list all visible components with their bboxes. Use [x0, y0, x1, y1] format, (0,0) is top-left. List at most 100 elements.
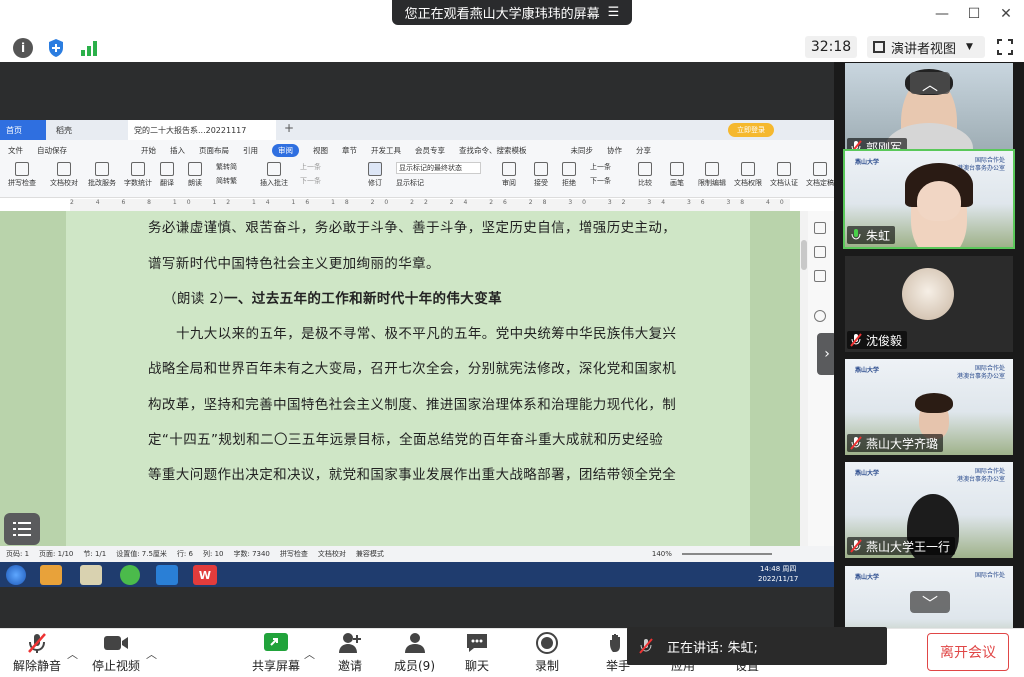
help-icon[interactable] — [814, 310, 826, 322]
share-screen-button[interactable]: 共享屏幕 — [252, 632, 300, 674]
start-icon[interactable] — [6, 565, 26, 585]
ribbon-doc-permission[interactable]: 文档权限 — [734, 162, 762, 188]
ribbon-correction[interactable]: 批改服务 — [88, 162, 116, 188]
status-pages: 页面: 1/10 — [39, 550, 74, 558]
view-mode-dropdown[interactable]: 演讲者视图 ▼ — [867, 36, 985, 58]
meeting-app-icon[interactable] — [156, 565, 178, 585]
participant-tile[interactable]: 燕山大学 国际合作处 港澳台事务办公室 燕山大学王一行 — [845, 462, 1013, 558]
doc-line: 等重大问题作出决定和决议，就党和国家事业发展作出重大战略部署，团结带领全党全 — [148, 467, 677, 483]
ribbon-convert[interactable]: 繁转简 简转繁 — [216, 162, 237, 186]
minimize-button[interactable]: — — [930, 4, 954, 24]
folder-icon[interactable] — [80, 565, 102, 585]
stop-video-button[interactable]: 停止视频 — [92, 632, 140, 674]
pointer-tool-icon[interactable] — [814, 270, 826, 282]
ribbon-readaloud[interactable]: 朗读 — [188, 162, 202, 188]
ruler: 2 4 6 8 10 12 14 16 18 20 22 24 26 28 30… — [70, 199, 790, 211]
menu-autosave[interactable]: 自动保存 — [37, 145, 67, 156]
login-badge[interactable]: 立即登录 — [728, 123, 774, 137]
ribbon-pen[interactable]: 画笔 — [670, 162, 684, 188]
chevron-down-icon: ▼ — [966, 42, 973, 52]
unmute-button[interactable]: 解除静音 — [13, 632, 61, 674]
menu-collab[interactable]: 协作 — [607, 145, 622, 156]
menu-icon[interactable]: ☰ — [608, 5, 620, 20]
ribbon-restrict-edit[interactable]: 限制编辑 — [698, 162, 726, 188]
zoom-slider[interactable] — [681, 553, 772, 555]
participant-tile[interactable]: 燕山大学 国际合作处 港澳台事务办公室 燕山大学齐璐 — [845, 359, 1013, 455]
select-tool-icon[interactable] — [814, 222, 826, 234]
menu-unsync[interactable]: 未同步 — [571, 145, 594, 156]
audio-options-caret[interactable]: ︿ — [67, 646, 78, 662]
menu-member[interactable]: 会员专享 — [415, 145, 445, 156]
info-icon[interactable]: i — [13, 38, 33, 58]
video-options-caret[interactable]: ︿ — [146, 646, 157, 662]
doc-line: 定“十四五”规划和二〇三五年远景目标，全面总结党的百年奋斗重大成就和历史经验 — [148, 432, 664, 448]
app-icon[interactable] — [40, 565, 62, 585]
menu-section[interactable]: 章节 — [342, 145, 357, 156]
status-proofread[interactable]: 文档校对 — [318, 549, 346, 559]
clock-time: 14:48 周四 — [759, 565, 797, 573]
pen-tool-icon[interactable] — [814, 246, 826, 258]
new-tab-icon[interactable]: + — [284, 121, 294, 135]
chat-label: 聊天 — [464, 659, 489, 673]
maximize-button[interactable]: ☐ — [962, 4, 986, 24]
wps-tab-home[interactable]: 首页 — [0, 120, 46, 140]
logo-text: 燕山大学 — [855, 367, 880, 374]
invite-button[interactable]: 邀请 — [337, 632, 363, 674]
ribbon-review-pane[interactable]: 审阅 — [502, 162, 516, 188]
doc-heading: 一、过去五年的工作和新时代十年的伟大变革 — [224, 291, 502, 307]
menu-search[interactable]: 查找命令、搜索模板 — [459, 145, 527, 156]
scroll-up-button[interactable]: ︿ — [910, 72, 950, 94]
ribbon-finalize[interactable]: 文档定稿 — [806, 162, 834, 188]
fullscreen-icon[interactable] — [994, 36, 1016, 58]
ribbon-change-nav[interactable]: 上一条 下一条 — [590, 162, 611, 186]
scrollbar-thumb[interactable] — [801, 240, 807, 270]
share-banner[interactable]: 您正在观看燕山大学康玮玮的屏幕 ☰ — [392, 0, 632, 25]
wps-tab-document[interactable]: 党的二十大报告系...20221117 — [128, 120, 276, 140]
menu-start[interactable]: 开始 — [141, 145, 156, 156]
signal-icon[interactable] — [80, 39, 98, 57]
ribbon-wordcount[interactable]: 字数统计 — [124, 162, 152, 188]
status-wordcount[interactable]: 字数: 7340 — [233, 549, 269, 559]
ribbon-translate[interactable]: 翻译 — [160, 162, 174, 188]
ribbon-comment-nav[interactable]: 上一条 下一条 — [300, 162, 321, 186]
menu-layout[interactable]: 页面布局 — [199, 145, 229, 156]
menu-share[interactable]: 分享 — [636, 145, 651, 156]
close-button[interactable]: ✕ — [994, 4, 1018, 24]
ribbon-accept[interactable]: 接受 — [534, 162, 548, 188]
chat-button[interactable]: 聊天 — [464, 632, 490, 674]
menu-review[interactable]: 审阅 — [272, 143, 299, 157]
wps-icon[interactable]: W — [193, 565, 217, 585]
leave-meeting-button[interactable]: 离开会议 — [927, 633, 1009, 671]
ribbon-compare[interactable]: 比较 — [638, 162, 652, 188]
ribbon-proofread[interactable]: 文档校对 — [50, 162, 78, 188]
participants-icon — [402, 632, 428, 654]
system-clock[interactable]: 14:48 周四 2022/11/17 — [758, 564, 798, 584]
menu-view[interactable]: 视图 — [313, 145, 328, 156]
ribbon-track-changes[interactable]: 修订 — [368, 162, 382, 188]
avatar — [902, 268, 954, 320]
browser-icon[interactable] — [120, 565, 140, 585]
wps-tab-docer[interactable]: 稻壳 — [50, 120, 120, 140]
menu-insert[interactable]: 插入 — [170, 145, 185, 156]
shield-icon[interactable] — [47, 38, 65, 58]
ribbon-doc-cert[interactable]: 文档认证 — [770, 162, 798, 188]
menu-devtools[interactable]: 开发工具 — [371, 145, 401, 156]
annotation-menu-button[interactable] — [4, 513, 40, 545]
ribbon-spellcheck[interactable]: 拼写检查 — [8, 162, 36, 188]
participant-tile[interactable]: 沈俊毅 — [845, 256, 1013, 352]
members-button[interactable]: 成员(9) — [394, 632, 435, 674]
ribbon-markup-state[interactable]: 显示标记的最终状态 显示标记 — [396, 162, 481, 188]
scroll-down-button[interactable]: ﹀ — [910, 591, 950, 613]
status-spellcheck[interactable]: 拼写检查 — [280, 549, 308, 559]
ribbon-insert-comment[interactable]: 插入批注 — [260, 162, 288, 188]
record-label: 录制 — [534, 659, 559, 673]
menu-reference[interactable]: 引用 — [243, 145, 258, 156]
ribbon-reject[interactable]: 拒绝 — [562, 162, 576, 188]
zoom-level[interactable]: 140% — [652, 550, 672, 558]
share-options-caret[interactable]: ︿ — [304, 646, 315, 662]
mic-muted-icon — [850, 539, 862, 553]
share-screen-icon — [263, 632, 289, 654]
menu-file[interactable]: 文件 — [8, 145, 23, 156]
participant-tile[interactable]: 燕山大学 国际合作处 港澳台事务办公室 朱虹 — [843, 149, 1015, 249]
record-button[interactable]: 录制 — [534, 632, 560, 674]
